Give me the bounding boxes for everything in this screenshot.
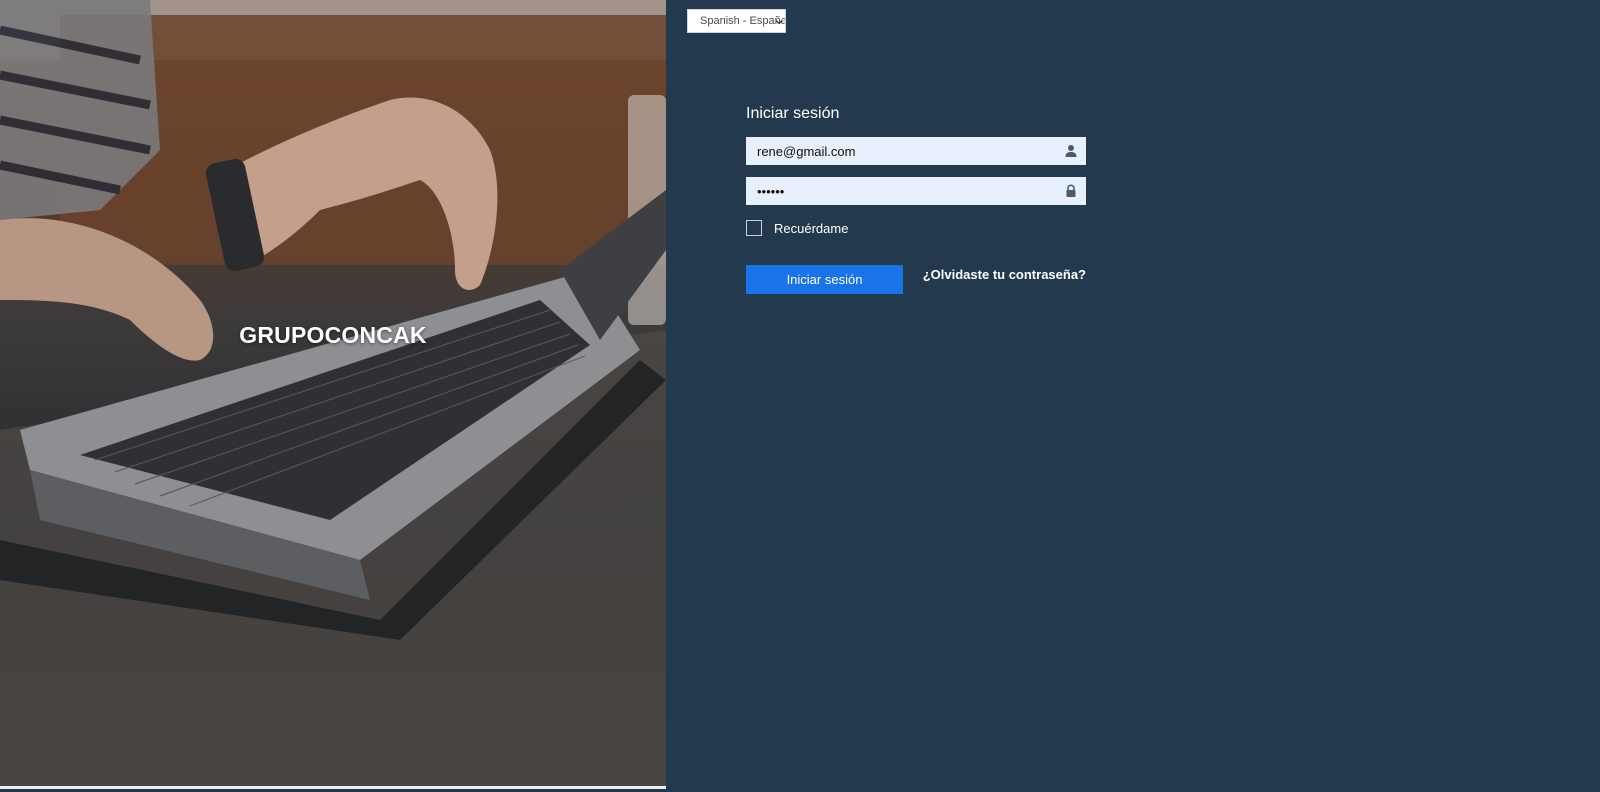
remember-me-label[interactable]: Recuérdame	[774, 221, 848, 236]
user-icon	[1065, 145, 1077, 157]
chevron-down-icon	[775, 20, 783, 25]
hero-panel: GRUPOCONCAK	[0, 0, 666, 789]
hero-image	[0, 0, 666, 789]
login-form: Iniciar sesión Recuérdame	[746, 104, 1086, 294]
form-actions: Iniciar sesión ¿Olvidaste tu contraseña?	[746, 265, 1086, 294]
remember-me-checkbox[interactable]	[746, 220, 762, 236]
password-field[interactable]	[746, 177, 1046, 205]
language-select[interactable]: Spanish - España	[687, 9, 786, 33]
email-field[interactable]	[746, 137, 1046, 165]
forgot-password-link[interactable]: ¿Olvidaste tu contraseña?	[923, 267, 1086, 282]
login-page: GRUPOCONCAK Spanish - España Iniciar ses…	[0, 0, 1600, 792]
hero-bottom-border	[0, 786, 666, 789]
lock-icon	[1066, 184, 1076, 197]
login-panel: Spanish - España Iniciar sesión rene@gma…	[666, 0, 1600, 792]
language-select-value: Spanish - España	[700, 15, 786, 27]
password-field-wrapper	[746, 177, 1086, 205]
email-field-wrapper	[746, 137, 1086, 165]
login-title: Iniciar sesión	[746, 105, 840, 122]
login-button[interactable]: Iniciar sesión	[746, 265, 903, 294]
remember-me-row: Recuérdame	[746, 218, 1086, 238]
brand-title: GRUPOCONCAK	[239, 322, 427, 348]
